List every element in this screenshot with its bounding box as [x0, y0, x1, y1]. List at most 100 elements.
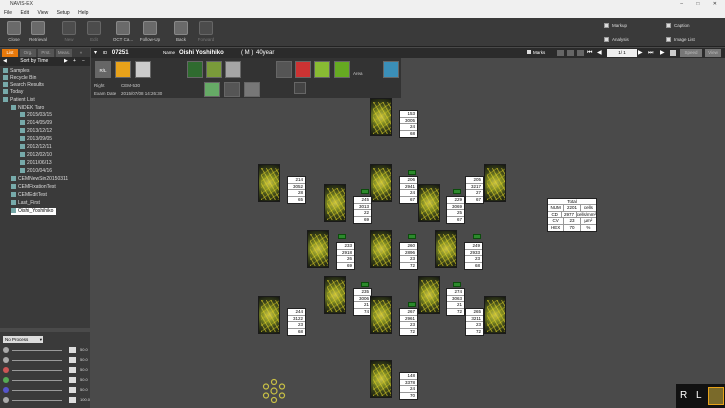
- tab-org[interactable]: Org.: [20, 49, 36, 57]
- play-icon[interactable]: ▶: [660, 48, 665, 58]
- tree-item-patient[interactable]: CEMNewSin20150311: [11, 176, 68, 183]
- tree-item-date[interactable]: 2011/06/13: [20, 160, 52, 167]
- last-page-icon[interactable]: ⏭: [648, 48, 653, 58]
- image-icon[interactable]: [276, 61, 292, 78]
- export-icon[interactable]: [383, 61, 399, 78]
- tree-item-date[interactable]: 2012/02/10: [20, 152, 52, 159]
- chevron-right-icon[interactable]: ▶: [64, 57, 68, 66]
- tab-prst[interactable]: Prst.: [38, 49, 54, 57]
- tree-item-date[interactable]: 2012/12/11: [20, 144, 52, 151]
- edit-button[interactable]: Edit: [82, 20, 106, 46]
- endothelial-image-right-mid-upper[interactable]: [418, 184, 440, 222]
- back-button[interactable]: Back: [169, 20, 193, 46]
- left-eye-button[interactable]: L: [696, 390, 702, 401]
- close-button[interactable]: Close: [2, 20, 26, 46]
- zoom-icon[interactable]: [244, 82, 260, 97]
- new-button[interactable]: New: [57, 20, 81, 46]
- endothelial-image-top-center[interactable]: [370, 98, 392, 136]
- window-controls[interactable]: – □ ✕: [680, 0, 723, 9]
- magnify-icon[interactable]: [225, 61, 241, 78]
- speed-button[interactable]: Speed: [680, 49, 702, 57]
- menu-view[interactable]: View: [37, 10, 48, 16]
- remove-icon[interactable]: −: [82, 57, 85, 66]
- panel-collapse-icon[interactable]: «: [74, 49, 88, 57]
- tree-item-date[interactable]: 2013/09/05: [20, 136, 52, 143]
- cell-overlay-icon[interactable]: [204, 82, 220, 97]
- endothelial-image-center[interactable]: [370, 230, 392, 268]
- tree-item-today[interactable]: Today: [3, 89, 23, 96]
- tree-item-patient[interactable]: NIDEK Taro: [11, 105, 44, 112]
- tree-item-patient-selected[interactable]: Oishi_Yoshihiko: [11, 208, 57, 215]
- cell-outline-icon[interactable]: [224, 82, 240, 97]
- endothelial-image-right-bottom[interactable]: [484, 296, 506, 334]
- tree-item-date[interactable]: 2010/04/16: [20, 168, 52, 175]
- cell-trace-icon[interactable]: [187, 61, 203, 78]
- right-eye-button[interactable]: R: [680, 390, 687, 401]
- endothelial-image-center-mid[interactable]: [370, 164, 392, 202]
- gamma-slider[interactable]: 100.0: [3, 396, 90, 404]
- tree-item-patient-list[interactable]: Patient List: [3, 97, 35, 104]
- oct-button[interactable]: OCT Ca...: [111, 20, 135, 46]
- tab-meas[interactable]: Meas.: [56, 49, 72, 57]
- follow-up-button[interactable]: Follow-Up: [138, 20, 162, 46]
- list-view-icon[interactable]: [577, 50, 584, 56]
- tab-list[interactable]: List: [2, 49, 18, 57]
- retrieval-button[interactable]: Retrieval: [26, 20, 50, 46]
- tree-item-patient[interactable]: CEMEditTest: [11, 192, 47, 199]
- view-button[interactable]: View: [705, 49, 721, 57]
- sort-label[interactable]: Sort by Time: [20, 58, 48, 64]
- tree-item-recycle-bin[interactable]: Recycle Bin: [3, 75, 36, 82]
- endothelial-image-left-top[interactable]: [258, 164, 280, 202]
- endothelial-image-left-mid-upper[interactable]: [324, 184, 346, 222]
- endothelial-image-bottom-center[interactable]: [370, 360, 392, 398]
- tree-item-search-results[interactable]: Search Results: [3, 82, 44, 89]
- chevron-left-icon[interactable]: ◀: [3, 58, 7, 64]
- grid-view-icon[interactable]: [557, 50, 564, 56]
- marks-checkbox[interactable]: Marks: [527, 49, 545, 57]
- image-list-checkbox[interactable]: Image List: [666, 37, 695, 43]
- add-icon[interactable]: +: [73, 57, 76, 66]
- analysis-checkbox[interactable]: Analysis: [604, 37, 629, 43]
- menu-help[interactable]: Help: [78, 10, 88, 16]
- endothelial-image-far-left-mid[interactable]: [307, 230, 329, 268]
- markup-checkbox[interactable]: Markup: [604, 23, 627, 29]
- endothelial-image-right-mid-lower[interactable]: [418, 276, 440, 314]
- tree-item-date[interactable]: 2015/03/15: [20, 112, 52, 119]
- red-slider[interactable]: 50.0: [3, 366, 89, 374]
- cornea-periphery-button[interactable]: [135, 61, 151, 78]
- prev-page-icon[interactable]: ◀: [597, 48, 602, 58]
- endothelial-image-far-right-mid[interactable]: [435, 230, 457, 268]
- tree-item-samples[interactable]: Samples: [3, 68, 29, 75]
- tree-item-patient[interactable]: Last_First: [11, 200, 40, 207]
- tree-item-date[interactable]: 2013/12/12: [20, 128, 52, 135]
- brightness-slider[interactable]: 50.0: [3, 346, 89, 354]
- chevron-down-icon[interactable]: ▾: [94, 50, 97, 56]
- caption-checkbox[interactable]: Caption: [666, 23, 690, 29]
- thumbnail-icon[interactable]: [708, 387, 724, 405]
- menu-edit[interactable]: Edit: [20, 10, 29, 16]
- menu-file[interactable]: File: [4, 10, 12, 16]
- color-map-icon[interactable]: [314, 61, 330, 78]
- stop-icon[interactable]: [670, 50, 676, 56]
- cell-edit-icon[interactable]: [206, 61, 222, 78]
- contrast-slider[interactable]: 50.0: [3, 356, 89, 364]
- forward-button[interactable]: Forward: [194, 20, 218, 46]
- endothelial-image-left-mid-lower[interactable]: [324, 276, 346, 314]
- tree-item-date[interactable]: 2014/05/09: [20, 120, 52, 127]
- green-slider[interactable]: 50.0: [3, 376, 89, 384]
- first-page-icon[interactable]: ⏮: [587, 48, 592, 58]
- menu-setup[interactable]: Setup: [57, 10, 70, 16]
- hex-overlay-icon[interactable]: [295, 61, 311, 78]
- cornea-center-button[interactable]: [115, 61, 131, 78]
- tree-item-patient[interactable]: CEMFixationTest: [11, 184, 56, 191]
- blue-slider[interactable]: 50.0: [3, 386, 89, 394]
- process-select[interactable]: No Process ▾: [3, 336, 43, 343]
- rl-toggle-button[interactable]: R/L: [95, 61, 111, 78]
- fit-view-icon[interactable]: [567, 50, 574, 56]
- area-icon[interactable]: [334, 61, 350, 78]
- endothelial-image-center-lower[interactable]: [370, 296, 392, 334]
- brush-icon[interactable]: [294, 82, 306, 94]
- endothelial-image-left-bottom[interactable]: [258, 296, 280, 334]
- endothelial-image-right-top[interactable]: [484, 164, 506, 202]
- next-page-icon[interactable]: ▶: [638, 48, 643, 58]
